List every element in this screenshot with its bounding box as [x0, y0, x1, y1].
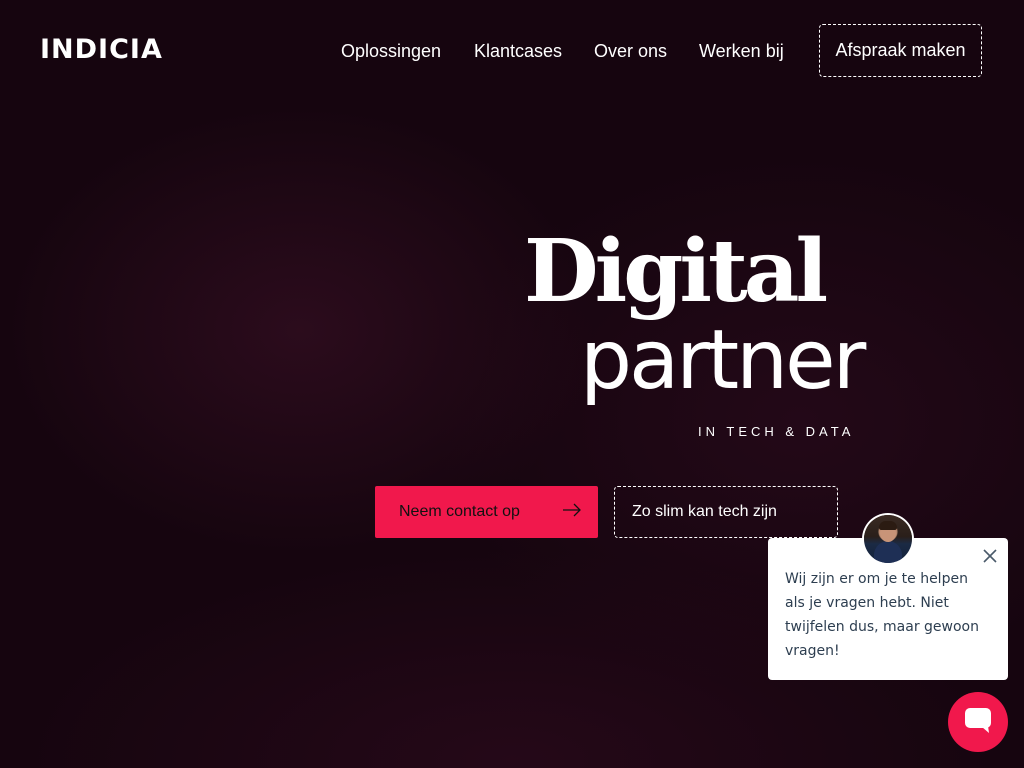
tech-cases-button[interactable]: Zo slim kan tech zijn: [614, 486, 838, 538]
logo[interactable]: INDICIA: [40, 34, 163, 66]
contact-button-label: Neem contact op: [399, 503, 520, 520]
afspraak-maken-button[interactable]: Afspraak maken: [819, 24, 982, 77]
agent-avatar: [864, 515, 912, 563]
arrow-right-icon: [562, 503, 582, 522]
chat-launcher-button[interactable]: [948, 692, 1008, 752]
chat-message: Wij zijn er om je te helpen als je vrage…: [785, 571, 979, 659]
nav-item-over-ons[interactable]: Over ons: [594, 40, 667, 62]
hero-tagline: IN TECH & DATA: [698, 424, 855, 439]
contact-button[interactable]: Neem contact op: [375, 486, 598, 538]
chat-bubble-icon: [962, 704, 994, 741]
close-icon[interactable]: [982, 548, 998, 564]
hero-headline: Digital: [524, 221, 828, 322]
nav-item-klantcases[interactable]: Klantcases: [474, 40, 562, 62]
hero-headline-second-line: partner: [580, 313, 866, 408]
nav-item-werken-bij[interactable]: Werken bij: [699, 40, 784, 62]
nav-item-oplossingen[interactable]: Oplossingen: [341, 40, 441, 62]
